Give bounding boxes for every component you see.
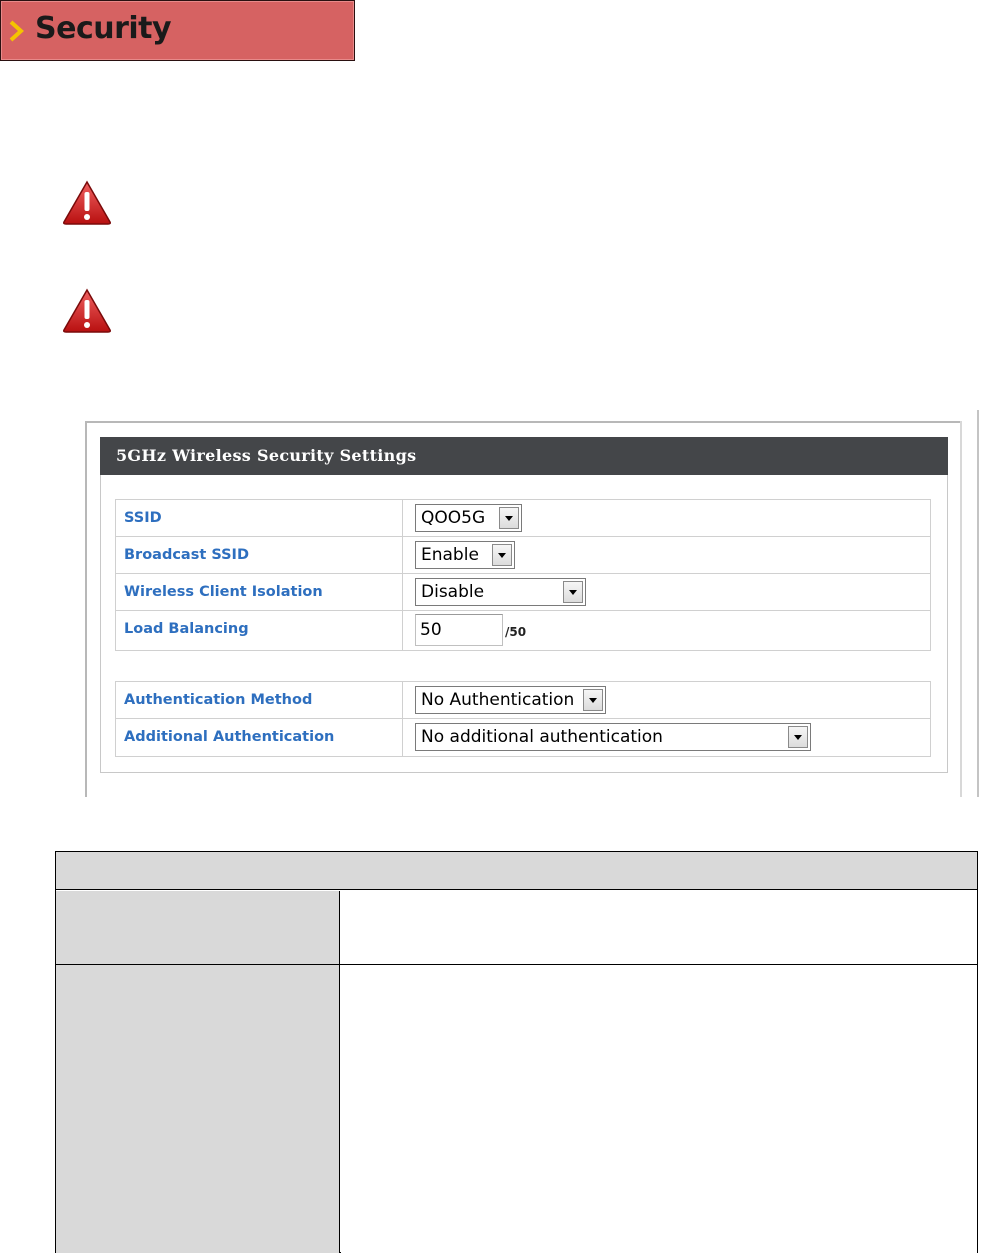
chevron-down-icon[interactable] [563, 581, 583, 603]
ssid-row: SSID QOO5G [116, 500, 930, 537]
description-table-header [56, 852, 977, 890]
broadcast-ssid-value: Enable [421, 545, 479, 565]
client-isolation-row: Wireless Client Isolation Disable [116, 574, 930, 611]
warning-triangle-icon [63, 288, 111, 333]
additional-auth-label: Additional Authentication [124, 729, 335, 745]
client-isolation-value: Disable [421, 582, 485, 602]
client-isolation-label: Wireless Client Isolation [124, 584, 323, 600]
auth-method-select[interactable]: No Authentication [415, 686, 606, 714]
load-balancing-max: /50 [505, 625, 527, 639]
chevron-right-icon [9, 20, 24, 42]
load-balancing-row: Load Balancing 50 /50 [116, 611, 930, 650]
auth-method-value: No Authentication [421, 690, 575, 710]
description-text-cell [341, 891, 977, 964]
chevron-down-icon[interactable] [583, 689, 603, 711]
panel-title: 5GHz Wireless Security Settings [116, 446, 417, 465]
authentication-table: Authentication Method No Authentication … [115, 681, 931, 757]
client-isolation-select[interactable]: Disable [415, 578, 586, 606]
frame-scrollbar [960, 421, 962, 797]
ssid-value: QOO5G [421, 508, 486, 528]
section-title: Security [35, 11, 172, 46]
load-balancing-label: Load Balancing [124, 621, 249, 637]
description-term-cell [56, 891, 340, 964]
description-text-cell [341, 965, 977, 1253]
warning-triangle-icon [63, 180, 111, 225]
load-balancing-value: 50 [420, 620, 442, 640]
broadcast-ssid-label: Broadcast SSID [124, 547, 249, 563]
load-balancing-input[interactable]: 50 [415, 614, 503, 646]
description-table [55, 851, 978, 1253]
wireless-settings-table: SSID QOO5G Broadcast SSID Enable Wireles… [115, 499, 931, 651]
section-banner: Security [0, 0, 355, 61]
auth-method-label: Authentication Method [124, 692, 313, 708]
description-term-cell [56, 965, 340, 1253]
chevron-down-icon[interactable] [492, 544, 512, 566]
auth-method-row: Authentication Method No Authentication [116, 682, 930, 719]
panel-header: 5GHz Wireless Security Settings [100, 437, 948, 475]
additional-auth-row: Additional Authentication No additional … [116, 719, 930, 756]
chevron-down-icon[interactable] [788, 726, 808, 748]
ssid-select[interactable]: QOO5G [415, 504, 522, 532]
additional-auth-select[interactable]: No additional authentication [415, 723, 811, 751]
additional-auth-value: No additional authentication [421, 727, 663, 747]
broadcast-ssid-select[interactable]: Enable [415, 541, 515, 569]
ssid-label: SSID [124, 510, 162, 526]
frame-edge [977, 410, 979, 797]
chevron-down-icon[interactable] [499, 507, 519, 529]
broadcast-ssid-row: Broadcast SSID Enable [116, 537, 930, 574]
